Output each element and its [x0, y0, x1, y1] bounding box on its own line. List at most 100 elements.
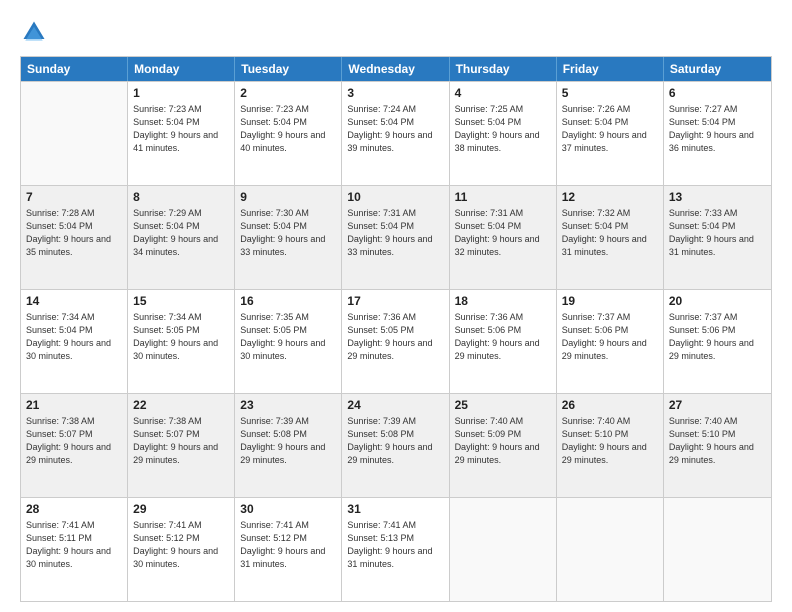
cell-details: Sunrise: 7:41 AM Sunset: 5:13 PM Dayligh… — [347, 519, 443, 571]
cell-details: Sunrise: 7:31 AM Sunset: 5:04 PM Dayligh… — [347, 207, 443, 259]
calendar-week: 14Sunrise: 7:34 AM Sunset: 5:04 PM Dayli… — [21, 289, 771, 393]
calendar-cell: 19Sunrise: 7:37 AM Sunset: 5:06 PM Dayli… — [557, 290, 664, 393]
cell-details: Sunrise: 7:35 AM Sunset: 5:05 PM Dayligh… — [240, 311, 336, 363]
day-number: 7 — [26, 189, 122, 206]
header-day: Wednesday — [342, 57, 449, 81]
cell-details: Sunrise: 7:39 AM Sunset: 5:08 PM Dayligh… — [240, 415, 336, 467]
day-number: 10 — [347, 189, 443, 206]
calendar-cell: 9Sunrise: 7:30 AM Sunset: 5:04 PM Daylig… — [235, 186, 342, 289]
logo-icon — [20, 18, 48, 46]
calendar-cell: 2Sunrise: 7:23 AM Sunset: 5:04 PM Daylig… — [235, 82, 342, 185]
calendar-cell: 8Sunrise: 7:29 AM Sunset: 5:04 PM Daylig… — [128, 186, 235, 289]
calendar-cell: 7Sunrise: 7:28 AM Sunset: 5:04 PM Daylig… — [21, 186, 128, 289]
cell-details: Sunrise: 7:41 AM Sunset: 5:12 PM Dayligh… — [133, 519, 229, 571]
day-number: 6 — [669, 85, 766, 102]
cell-details: Sunrise: 7:29 AM Sunset: 5:04 PM Dayligh… — [133, 207, 229, 259]
day-number: 18 — [455, 293, 551, 310]
header-day: Friday — [557, 57, 664, 81]
header-day: Saturday — [664, 57, 771, 81]
calendar-cell: 14Sunrise: 7:34 AM Sunset: 5:04 PM Dayli… — [21, 290, 128, 393]
calendar-cell: 21Sunrise: 7:38 AM Sunset: 5:07 PM Dayli… — [21, 394, 128, 497]
cell-details: Sunrise: 7:38 AM Sunset: 5:07 PM Dayligh… — [133, 415, 229, 467]
calendar-cell: 28Sunrise: 7:41 AM Sunset: 5:11 PM Dayli… — [21, 498, 128, 601]
calendar-cell: 29Sunrise: 7:41 AM Sunset: 5:12 PM Dayli… — [128, 498, 235, 601]
cell-details: Sunrise: 7:39 AM Sunset: 5:08 PM Dayligh… — [347, 415, 443, 467]
cell-details: Sunrise: 7:25 AM Sunset: 5:04 PM Dayligh… — [455, 103, 551, 155]
calendar: SundayMondayTuesdayWednesdayThursdayFrid… — [20, 56, 772, 602]
day-number: 2 — [240, 85, 336, 102]
cell-details: Sunrise: 7:31 AM Sunset: 5:04 PM Dayligh… — [455, 207, 551, 259]
day-number: 24 — [347, 397, 443, 414]
cell-details: Sunrise: 7:33 AM Sunset: 5:04 PM Dayligh… — [669, 207, 766, 259]
day-number: 8 — [133, 189, 229, 206]
calendar-cell: 11Sunrise: 7:31 AM Sunset: 5:04 PM Dayli… — [450, 186, 557, 289]
calendar-body: 1Sunrise: 7:23 AM Sunset: 5:04 PM Daylig… — [21, 81, 771, 601]
day-number: 17 — [347, 293, 443, 310]
calendar-cell: 16Sunrise: 7:35 AM Sunset: 5:05 PM Dayli… — [235, 290, 342, 393]
calendar-week: 7Sunrise: 7:28 AM Sunset: 5:04 PM Daylig… — [21, 185, 771, 289]
header-day: Sunday — [21, 57, 128, 81]
page: SundayMondayTuesdayWednesdayThursdayFrid… — [0, 0, 792, 612]
calendar-cell: 13Sunrise: 7:33 AM Sunset: 5:04 PM Dayli… — [664, 186, 771, 289]
day-number: 31 — [347, 501, 443, 518]
calendar-cell: 24Sunrise: 7:39 AM Sunset: 5:08 PM Dayli… — [342, 394, 449, 497]
cell-details: Sunrise: 7:23 AM Sunset: 5:04 PM Dayligh… — [133, 103, 229, 155]
calendar-cell: 31Sunrise: 7:41 AM Sunset: 5:13 PM Dayli… — [342, 498, 449, 601]
calendar-cell: 3Sunrise: 7:24 AM Sunset: 5:04 PM Daylig… — [342, 82, 449, 185]
cell-details: Sunrise: 7:38 AM Sunset: 5:07 PM Dayligh… — [26, 415, 122, 467]
day-number: 25 — [455, 397, 551, 414]
day-number: 5 — [562, 85, 658, 102]
calendar-cell: 25Sunrise: 7:40 AM Sunset: 5:09 PM Dayli… — [450, 394, 557, 497]
calendar-cell — [664, 498, 771, 601]
calendar-week: 21Sunrise: 7:38 AM Sunset: 5:07 PM Dayli… — [21, 393, 771, 497]
calendar-cell: 18Sunrise: 7:36 AM Sunset: 5:06 PM Dayli… — [450, 290, 557, 393]
cell-details: Sunrise: 7:26 AM Sunset: 5:04 PM Dayligh… — [562, 103, 658, 155]
day-number: 12 — [562, 189, 658, 206]
day-number: 16 — [240, 293, 336, 310]
calendar-cell: 5Sunrise: 7:26 AM Sunset: 5:04 PM Daylig… — [557, 82, 664, 185]
cell-details: Sunrise: 7:32 AM Sunset: 5:04 PM Dayligh… — [562, 207, 658, 259]
calendar-cell: 12Sunrise: 7:32 AM Sunset: 5:04 PM Dayli… — [557, 186, 664, 289]
calendar-week: 1Sunrise: 7:23 AM Sunset: 5:04 PM Daylig… — [21, 81, 771, 185]
cell-details: Sunrise: 7:27 AM Sunset: 5:04 PM Dayligh… — [669, 103, 766, 155]
calendar-cell: 23Sunrise: 7:39 AM Sunset: 5:08 PM Dayli… — [235, 394, 342, 497]
day-number: 19 — [562, 293, 658, 310]
calendar-cell: 1Sunrise: 7:23 AM Sunset: 5:04 PM Daylig… — [128, 82, 235, 185]
cell-details: Sunrise: 7:30 AM Sunset: 5:04 PM Dayligh… — [240, 207, 336, 259]
cell-details: Sunrise: 7:36 AM Sunset: 5:05 PM Dayligh… — [347, 311, 443, 363]
logo — [20, 18, 52, 46]
cell-details: Sunrise: 7:24 AM Sunset: 5:04 PM Dayligh… — [347, 103, 443, 155]
day-number: 27 — [669, 397, 766, 414]
calendar-cell — [450, 498, 557, 601]
day-number: 11 — [455, 189, 551, 206]
day-number: 26 — [562, 397, 658, 414]
day-number: 22 — [133, 397, 229, 414]
day-number: 9 — [240, 189, 336, 206]
calendar-cell: 15Sunrise: 7:34 AM Sunset: 5:05 PM Dayli… — [128, 290, 235, 393]
calendar-cell: 4Sunrise: 7:25 AM Sunset: 5:04 PM Daylig… — [450, 82, 557, 185]
day-number: 4 — [455, 85, 551, 102]
cell-details: Sunrise: 7:28 AM Sunset: 5:04 PM Dayligh… — [26, 207, 122, 259]
cell-details: Sunrise: 7:40 AM Sunset: 5:10 PM Dayligh… — [562, 415, 658, 467]
day-number: 23 — [240, 397, 336, 414]
cell-details: Sunrise: 7:40 AM Sunset: 5:10 PM Dayligh… — [669, 415, 766, 467]
header-day: Monday — [128, 57, 235, 81]
day-number: 20 — [669, 293, 766, 310]
day-number: 15 — [133, 293, 229, 310]
cell-details: Sunrise: 7:34 AM Sunset: 5:04 PM Dayligh… — [26, 311, 122, 363]
calendar-cell: 20Sunrise: 7:37 AM Sunset: 5:06 PM Dayli… — [664, 290, 771, 393]
calendar-cell: 30Sunrise: 7:41 AM Sunset: 5:12 PM Dayli… — [235, 498, 342, 601]
day-number: 13 — [669, 189, 766, 206]
cell-details: Sunrise: 7:23 AM Sunset: 5:04 PM Dayligh… — [240, 103, 336, 155]
cell-details: Sunrise: 7:40 AM Sunset: 5:09 PM Dayligh… — [455, 415, 551, 467]
header — [20, 18, 772, 46]
header-day: Tuesday — [235, 57, 342, 81]
calendar-cell: 26Sunrise: 7:40 AM Sunset: 5:10 PM Dayli… — [557, 394, 664, 497]
calendar-header: SundayMondayTuesdayWednesdayThursdayFrid… — [21, 57, 771, 81]
calendar-cell: 27Sunrise: 7:40 AM Sunset: 5:10 PM Dayli… — [664, 394, 771, 497]
cell-details: Sunrise: 7:37 AM Sunset: 5:06 PM Dayligh… — [562, 311, 658, 363]
cell-details: Sunrise: 7:41 AM Sunset: 5:12 PM Dayligh… — [240, 519, 336, 571]
day-number: 28 — [26, 501, 122, 518]
cell-details: Sunrise: 7:41 AM Sunset: 5:11 PM Dayligh… — [26, 519, 122, 571]
calendar-cell — [557, 498, 664, 601]
